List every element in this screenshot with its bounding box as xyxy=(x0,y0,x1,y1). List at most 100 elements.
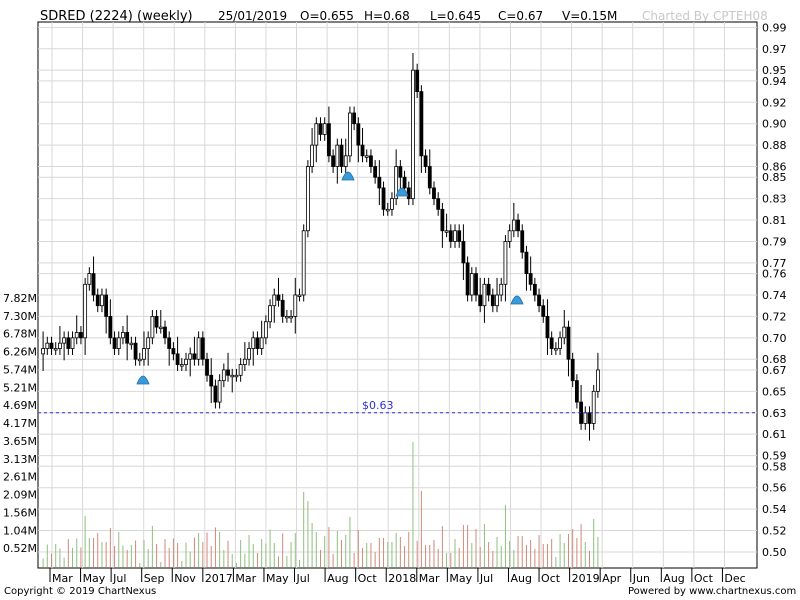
candle-body xyxy=(553,348,558,351)
price-tick-label: 0.88 xyxy=(762,139,787,152)
candle-body xyxy=(137,358,142,362)
candle-body xyxy=(53,348,58,351)
price-tick-label: 0.92 xyxy=(762,96,787,109)
candle-body xyxy=(188,353,193,360)
candle-body xyxy=(167,337,172,349)
price-tick-label: 0.65 xyxy=(762,385,787,398)
candle-body xyxy=(175,353,180,365)
price-tick-label: 0.52 xyxy=(762,525,787,538)
time-tick-label: Mar xyxy=(235,572,256,585)
candle-body xyxy=(549,337,554,349)
candle-body xyxy=(192,353,197,360)
candle-body xyxy=(133,342,138,360)
time-tick-label: 2017 xyxy=(205,572,233,585)
candle-body xyxy=(360,144,365,157)
price-tick-label: 0.97 xyxy=(762,43,787,56)
candle-body xyxy=(87,273,92,285)
candle-body xyxy=(595,369,600,392)
candle-body xyxy=(352,112,357,125)
candle-body xyxy=(66,337,71,349)
volume-tick-label: 5.21M xyxy=(3,381,37,394)
volume-tick-label: 7.82M xyxy=(3,292,37,305)
candle-body xyxy=(566,326,571,360)
candle-body xyxy=(411,69,415,200)
candle-body xyxy=(469,273,474,296)
time-tick-label: 2019 xyxy=(572,572,600,585)
time-tick-label: Aug xyxy=(327,572,348,585)
time-tick-label: Oct xyxy=(358,572,378,585)
time-tick-label: May xyxy=(449,572,472,585)
candle-body xyxy=(280,299,285,317)
price-tick-label: 0.74 xyxy=(762,289,787,302)
candle-body xyxy=(263,321,268,339)
candle-body xyxy=(95,294,100,307)
candle-body xyxy=(284,316,289,319)
candle-body xyxy=(58,342,62,349)
volume-tick-label: 2.09M xyxy=(3,489,37,502)
candle-body xyxy=(343,155,348,167)
candle-body xyxy=(327,123,331,157)
candle-body xyxy=(45,342,50,349)
candle-body xyxy=(528,273,533,285)
price-tick-label: 0.67 xyxy=(762,364,787,377)
price-tick-label: 0.76 xyxy=(762,268,787,281)
candle-body xyxy=(259,337,264,349)
candle-body xyxy=(158,326,163,330)
candle-body xyxy=(457,230,462,242)
candle-body xyxy=(453,230,457,242)
alert-bell-icon xyxy=(510,295,524,305)
candle-body xyxy=(318,123,323,135)
candle-body xyxy=(196,337,201,360)
time-tick-label: Mar xyxy=(419,572,440,585)
copyright-text: Copyright © 2019 ChartNexus xyxy=(4,586,157,597)
candle-body xyxy=(537,294,541,307)
candle-body xyxy=(146,337,151,349)
candle-body xyxy=(301,230,306,296)
candle-body xyxy=(226,369,230,376)
time-tick-label: 2018 xyxy=(388,572,416,585)
candle-body xyxy=(297,294,302,297)
price-volume-chart[interactable]: 0.990.970.950.940.920.900.880.860.850.83… xyxy=(0,0,800,600)
candle-body xyxy=(415,69,420,92)
price-tick-label: 0.79 xyxy=(762,235,787,248)
candle-body xyxy=(562,326,567,339)
candle-body xyxy=(108,316,113,339)
candle-body xyxy=(474,273,478,296)
candle-body xyxy=(205,358,209,376)
candle-body xyxy=(171,348,176,355)
volume-tick-label: 1.56M xyxy=(3,506,37,519)
candle-body xyxy=(163,326,167,339)
price-tick-label: 0.54 xyxy=(762,503,787,516)
candle-body xyxy=(490,294,495,307)
candle-body xyxy=(381,187,386,210)
price-tick-label: 0.94 xyxy=(762,75,787,88)
time-tick-label: Aug xyxy=(510,572,531,585)
candle-body xyxy=(348,112,352,157)
candle-body xyxy=(112,337,117,349)
candle-body xyxy=(255,337,260,349)
candle-body xyxy=(91,273,96,296)
time-tick-label: Nov xyxy=(174,572,196,585)
volume-tick-label: 3.65M xyxy=(3,435,37,448)
candle-body xyxy=(373,166,378,178)
volume-tick-label: 3.13M xyxy=(3,453,37,466)
candle-body xyxy=(70,337,75,349)
candle-body xyxy=(242,358,247,365)
candle-body xyxy=(423,155,428,167)
candle-body xyxy=(587,412,592,424)
volume-tick-label: 2.61M xyxy=(3,471,37,484)
volume-tick-label: 6.26M xyxy=(3,346,37,359)
time-tick-label: Oct xyxy=(541,572,561,585)
candle-body xyxy=(574,380,579,403)
candle-body xyxy=(41,348,46,355)
price-tick-label: 0.56 xyxy=(762,482,787,495)
candle-body xyxy=(150,316,155,339)
candle-body xyxy=(364,155,369,158)
candle-body xyxy=(310,144,314,167)
price-tick-label: 0.83 xyxy=(762,193,787,206)
candle-body xyxy=(432,187,436,200)
alert-bell-icon xyxy=(136,375,150,385)
price-tick-label: 0.70 xyxy=(762,332,787,345)
candle-body xyxy=(461,241,466,264)
alert-bell-icon xyxy=(341,171,355,181)
